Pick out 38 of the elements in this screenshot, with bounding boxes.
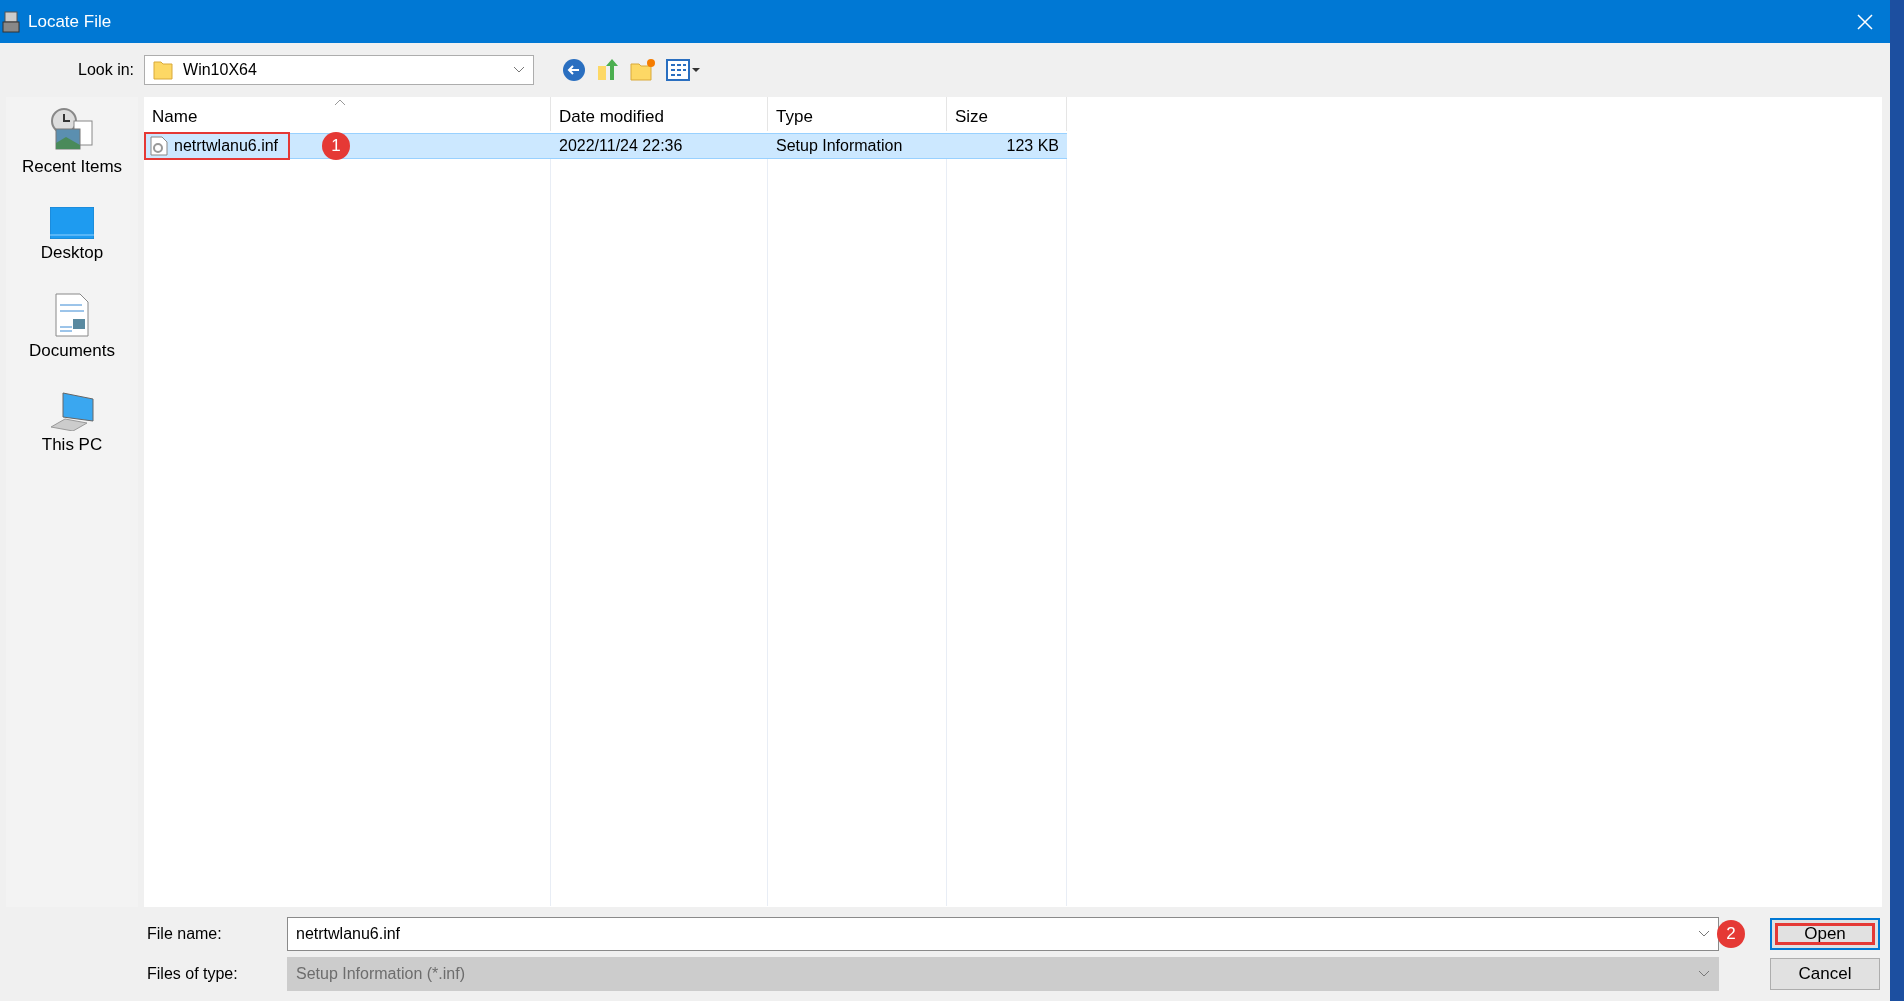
caret-icon — [513, 66, 526, 74]
file-name-label: File name: — [147, 925, 223, 943]
place-item[interactable]: This PC — [41, 391, 103, 455]
table-cell: 123 KB — [947, 133, 1067, 159]
clock-documents-icon — [48, 107, 96, 153]
caret-icon — [1698, 930, 1710, 938]
place-item[interactable]: Recent Items — [21, 107, 123, 177]
file-name-field[interactable]: netrtwlanu6.inf — [287, 917, 1719, 951]
back-button[interactable] — [562, 58, 587, 82]
file-name-cell: netrtwlanu6.inf — [144, 132, 291, 160]
document-icon — [55, 293, 89, 337]
place-item[interactable]: Desktop — [40, 207, 104, 263]
table-cell: Setup Information — [768, 133, 947, 159]
place-item[interactable]: Documents — [29, 293, 115, 361]
table-cell: 2022/11/24 22:36 — [551, 133, 768, 159]
column-header[interactable]: Date modified — [551, 97, 768, 131]
caret-icon — [1698, 970, 1710, 978]
desktop-icon — [50, 207, 94, 239]
look-in-label: Look in: — [78, 61, 135, 79]
open-button[interactable]: Open — [1770, 918, 1880, 950]
new-folder-button[interactable] — [630, 58, 657, 82]
up-folder-button[interactable] — [596, 58, 621, 82]
folder-icon — [153, 60, 174, 80]
computer-icon — [49, 391, 95, 431]
column-header[interactable]: Size — [947, 97, 1067, 131]
column-header[interactable]: Type — [768, 97, 947, 131]
file-type-label: Files of type: — [147, 965, 239, 983]
settings-file-icon — [150, 136, 168, 156]
close-icon — [1857, 13, 1873, 30]
cancel-button[interactable]: Cancel — [1770, 958, 1880, 990]
step-badge: 2 — [1717, 920, 1745, 948]
window-title: Locate File — [28, 11, 113, 32]
column-header[interactable]: Name — [144, 97, 551, 131]
view-menu-button[interactable] — [666, 59, 703, 81]
look-in-dropdown[interactable]: Win10X64 — [144, 55, 535, 85]
table-row[interactable]: netrtwlanu6.inf 1 — [144, 133, 551, 159]
app-icon — [2, 10, 20, 33]
step-badge: 1 — [322, 132, 350, 160]
